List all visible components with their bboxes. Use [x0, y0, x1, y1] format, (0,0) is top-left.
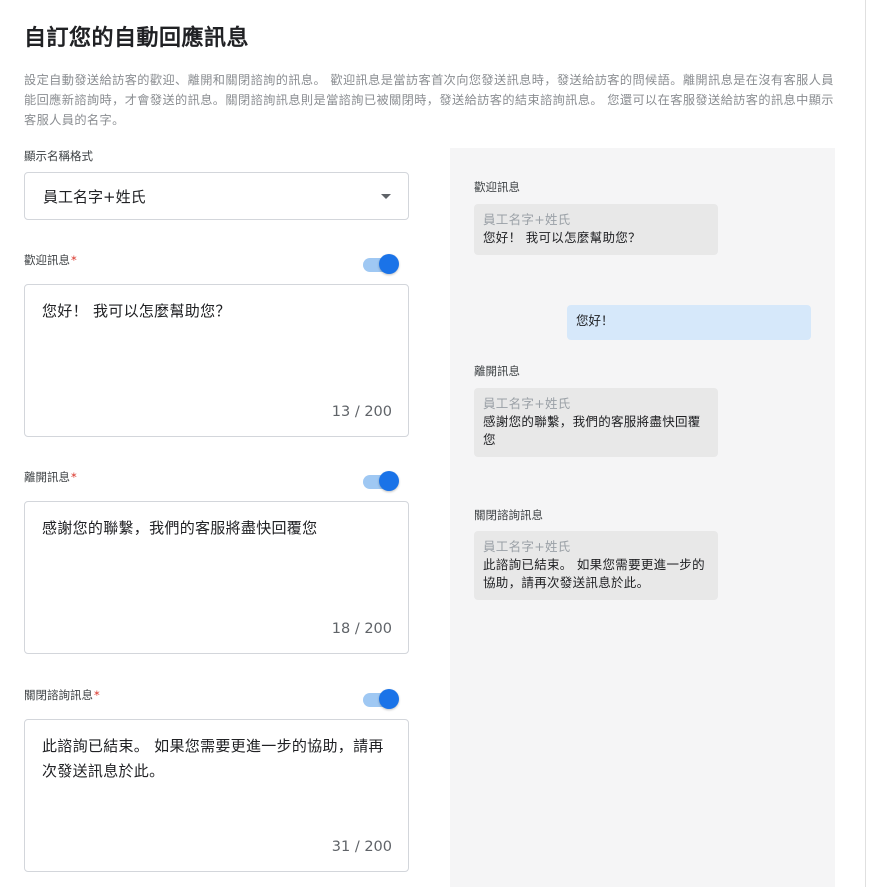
required-asterisk: *: [94, 688, 100, 702]
preview-away-bubble: 員工名字+姓氏 感謝您的聯繫，我們的客服將盡快回覆您: [474, 388, 718, 457]
welcome-message-label: 歡迎訊息*: [24, 252, 77, 268]
welcome-message-label-text: 歡迎訊息: [24, 253, 70, 267]
away-message-label-text: 離開訊息: [24, 470, 70, 484]
preview-welcome-bubble: 員工名字+姓氏 您好！ 我可以怎麼幫助您？: [474, 204, 718, 255]
welcome-message-char-counter: 13 / 200: [331, 404, 392, 420]
away-message-text: 感謝您的聯繫，我們的客服將盡快回覆您: [42, 519, 318, 537]
page-description: 設定自動發送給訪客的歡迎、離開和關閉諮詢的訊息。 歡迎訊息是當訪客首次向您發送訊…: [24, 73, 834, 127]
preview-close-bubble: 員工名字+姓氏 此諮詢已結束。 如果您需要更進一步的協助，請再次發送訊息於此。: [474, 531, 718, 600]
chat-preview-panel: 歡迎訊息 員工名字+姓氏 您好！ 我可以怎麼幫助您？ 您好！ 離開訊息 員工名字…: [450, 148, 835, 887]
preview-close-text: 此諮詢已結束。 如果您需要更進一步的協助，請再次發送訊息於此。: [483, 557, 705, 590]
away-message-toggle[interactable]: [363, 470, 399, 492]
page-title: 自訂您的自動回應訊息: [24, 26, 250, 51]
chevron-down-icon: [381, 194, 391, 199]
welcome-message-textarea[interactable]: 您好！ 我可以怎麼幫助您？ 13 / 200: [24, 284, 409, 437]
close-message-toggle[interactable]: [363, 688, 399, 710]
preview-welcome-text: 您好！ 我可以怎麼幫助您？: [483, 230, 641, 245]
preview-visitor-bubble: 您好！: [567, 305, 811, 340]
required-asterisk: *: [71, 253, 77, 267]
required-asterisk: *: [71, 470, 77, 484]
away-message-label: 離開訊息*: [24, 469, 77, 485]
preview-welcome-sender: 員工名字+姓氏: [483, 212, 571, 227]
preview-away-sender: 員工名字+姓氏: [483, 396, 571, 411]
away-message-textarea[interactable]: 感謝您的聯繫，我們的客服將盡快回覆您 18 / 200: [24, 501, 409, 654]
display-name-selected-value: 員工名字+姓氏: [43, 188, 146, 206]
preview-close-sender: 員工名字+姓氏: [483, 539, 571, 554]
preview-visitor-text: 您好！: [576, 313, 614, 328]
display-name-select[interactable]: 員工名字+姓氏: [24, 172, 409, 220]
close-message-label: 關閉諮詢訊息*: [24, 687, 100, 703]
close-message-label-text: 關閉諮詢訊息: [24, 688, 93, 702]
close-message-text: 此諮詢已結束。 如果您需要更進一步的協助，請再次發送訊息於此。: [42, 737, 384, 780]
toggle-thumb: [379, 471, 399, 491]
welcome-message-text: 您好！ 我可以怎麼幫助您？: [42, 302, 231, 320]
welcome-message-toggle[interactable]: [363, 253, 399, 275]
away-message-char-counter: 18 / 200: [331, 621, 392, 637]
close-message-char-counter: 31 / 200: [331, 839, 392, 855]
toggle-thumb: [379, 689, 399, 709]
close-message-textarea[interactable]: 此諮詢已結束。 如果您需要更進一步的協助，請再次發送訊息於此。 31 / 200: [24, 719, 409, 872]
preview-close-label: 關閉諮詢訊息: [474, 508, 543, 522]
toggle-thumb: [379, 254, 399, 274]
display-name-label: 顯示名稱格式: [24, 149, 93, 163]
preview-welcome-label: 歡迎訊息: [474, 180, 520, 194]
preview-away-label: 離開訊息: [474, 364, 520, 378]
page-right-border: [865, 0, 866, 887]
preview-away-text: 感謝您的聯繫，我們的客服將盡快回覆您: [483, 414, 701, 447]
